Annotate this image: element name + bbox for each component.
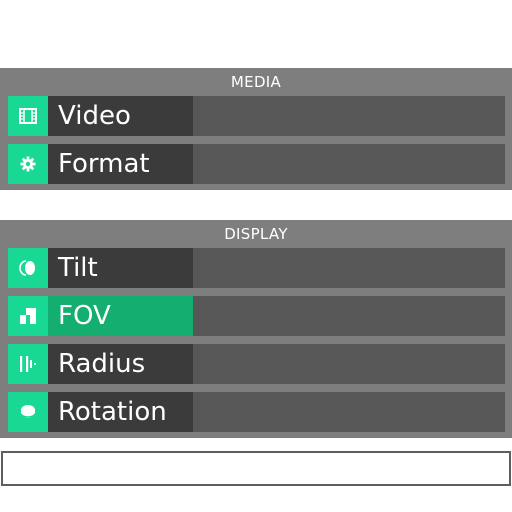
media-row-format[interactable]: Format xyxy=(8,144,505,184)
media-row-video-label-cell[interactable]: Video xyxy=(48,96,193,136)
bottom-text-input[interactable] xyxy=(1,451,511,486)
media-panel-title: MEDIA xyxy=(230,73,282,91)
display-panel: DISPLAY Tilt FOV Radius Rotation xyxy=(0,220,512,438)
gear-icon xyxy=(8,144,48,184)
rotation-icon xyxy=(8,392,48,432)
radius-icon xyxy=(8,344,48,384)
fov-icon xyxy=(8,296,48,336)
row-label-video: Video xyxy=(58,101,131,131)
media-row-video[interactable]: Video xyxy=(8,96,505,136)
media-panel: MEDIA Video Format xyxy=(0,68,512,190)
row-label-tilt: Tilt xyxy=(58,253,98,283)
media-row-video-value[interactable] xyxy=(193,96,505,136)
film-icon xyxy=(8,96,48,136)
row-label-fov: FOV xyxy=(58,301,111,331)
display-row-radius-value[interactable] xyxy=(193,344,505,384)
tilt-icon xyxy=(8,248,48,288)
row-label-format: Format xyxy=(58,149,150,179)
display-row-tilt[interactable]: Tilt xyxy=(8,248,505,288)
display-row-rotation[interactable]: Rotation xyxy=(8,392,505,432)
media-row-format-label-cell[interactable]: Format xyxy=(48,144,193,184)
display-row-radius[interactable]: Radius xyxy=(8,344,505,384)
row-label-radius: Radius xyxy=(58,349,146,379)
display-row-tilt-label-cell[interactable]: Tilt xyxy=(48,248,193,288)
display-row-radius-label-cell[interactable]: Radius xyxy=(48,344,193,384)
display-row-tilt-value[interactable] xyxy=(193,248,505,288)
display-row-rotation-label-cell[interactable]: Rotation xyxy=(48,392,193,432)
display-row-fov-label-cell[interactable]: FOV xyxy=(48,296,193,336)
row-label-rotation: Rotation xyxy=(58,397,167,427)
display-panel-title: DISPLAY xyxy=(224,225,288,243)
display-row-rotation-value[interactable] xyxy=(193,392,505,432)
display-row-fov-value[interactable] xyxy=(193,296,505,336)
display-row-fov[interactable]: FOV xyxy=(8,296,505,336)
media-row-format-value[interactable] xyxy=(193,144,505,184)
